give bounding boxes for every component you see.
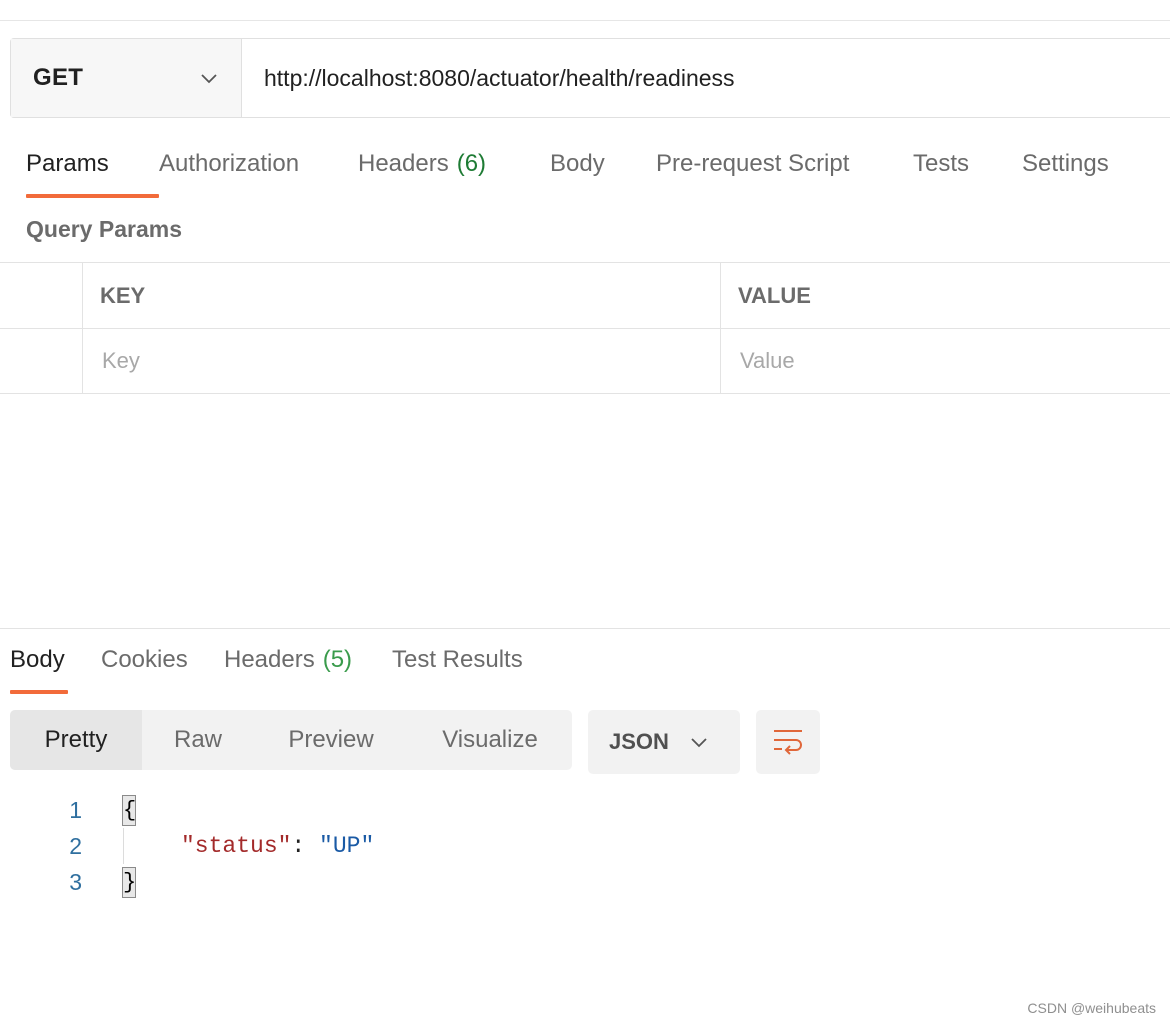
query-params-title: Query Params: [26, 216, 182, 242]
chevron-down-icon: [201, 74, 217, 84]
line-number: 2: [69, 832, 82, 859]
tab-body[interactable]: Body: [550, 150, 656, 198]
response-code-view[interactable]: 1 { 2 "status": "UP" 3 }: [0, 792, 1170, 900]
url-input[interactable]: [242, 39, 1170, 117]
value-header-label: VALUE: [738, 282, 811, 308]
chevron-down-icon: [691, 738, 707, 748]
response-tab-test-results[interactable]: Test Results: [392, 646, 523, 694]
key-input[interactable]: Key: [83, 329, 721, 393]
response-divider[interactable]: [0, 628, 1170, 629]
key-header-label: KEY: [100, 282, 146, 308]
response-tab-body[interactable]: Body: [10, 646, 68, 694]
wrap-lines-button[interactable]: [756, 710, 820, 774]
tab-label: Body: [10, 646, 65, 673]
headers-count-badge: (6): [456, 150, 487, 177]
tab-pre-request-script[interactable]: Pre-request Script: [656, 150, 913, 198]
request-tabs: Params Authorization Headers (6) Body Pr…: [26, 150, 1109, 200]
code-line: 2 "status": "UP": [0, 828, 1170, 864]
tab-tests[interactable]: Tests: [913, 150, 1022, 198]
tab-label: Tests: [913, 150, 970, 177]
row-checkbox-cell[interactable]: [0, 329, 83, 393]
indent-guide: [123, 828, 124, 864]
tab-settings[interactable]: Settings: [1022, 150, 1109, 198]
response-headers-count-badge: (5): [322, 646, 353, 673]
open-brace: {: [122, 795, 136, 826]
tab-params[interactable]: Params: [26, 150, 159, 198]
table-header-row: KEY VALUE: [0, 262, 1170, 328]
json-pair: "status": "UP": [181, 833, 374, 859]
wrap-lines-icon: [774, 730, 802, 755]
params-table: KEY VALUE Key Value: [0, 262, 1170, 394]
view-preview-button[interactable]: Preview: [254, 710, 408, 770]
tab-label: Settings: [1022, 150, 1109, 177]
code-line: 3 }: [0, 864, 1170, 900]
checkbox-column-header: [0, 263, 83, 328]
close-brace: }: [122, 867, 136, 898]
value-placeholder: Value: [740, 348, 795, 373]
response-tab-headers[interactable]: Headers (5): [224, 646, 392, 694]
response-tab-cookies[interactable]: Cookies: [101, 646, 224, 694]
json-key: "status": [181, 833, 292, 859]
response-tabs: Body Cookies Headers (5) Test Results: [10, 646, 523, 694]
key-column-header: KEY: [83, 263, 721, 328]
table-row: Key Value: [0, 328, 1170, 394]
view-raw-button[interactable]: Raw: [142, 710, 254, 770]
tab-label: Headers: [224, 646, 315, 673]
top-divider: [0, 20, 1170, 21]
tab-authorization[interactable]: Authorization: [159, 150, 358, 198]
tab-label: Headers: [358, 150, 449, 177]
request-bar: GET: [10, 38, 1170, 118]
tab-label: Pre-request Script: [656, 150, 850, 177]
tab-headers[interactable]: Headers (6): [358, 150, 550, 198]
code-line: 1 {: [0, 792, 1170, 828]
view-pretty-button[interactable]: Pretty: [10, 710, 142, 770]
value-column-header: VALUE: [721, 263, 1170, 328]
line-number: 3: [69, 868, 82, 895]
line-number: 1: [69, 796, 82, 823]
view-visualize-button[interactable]: Visualize: [408, 710, 572, 770]
view-mode-group: Pretty Raw Preview Visualize: [10, 710, 572, 770]
method-select[interactable]: GET: [11, 39, 242, 117]
json-colon: :: [291, 833, 320, 859]
json-value: "UP": [319, 833, 375, 859]
watermark: CSDN @weihubeats: [1027, 1000, 1156, 1016]
tab-label: Body: [550, 150, 605, 177]
tab-label: Cookies: [101, 646, 188, 673]
tab-label: Params: [26, 150, 109, 177]
value-input[interactable]: Value: [721, 329, 1170, 393]
key-placeholder: Key: [102, 348, 140, 373]
tab-label: Test Results: [392, 646, 523, 673]
method-label: GET: [33, 64, 84, 91]
format-select[interactable]: JSON: [588, 710, 740, 774]
tab-label: Authorization: [159, 150, 300, 177]
format-label: JSON: [609, 729, 669, 754]
